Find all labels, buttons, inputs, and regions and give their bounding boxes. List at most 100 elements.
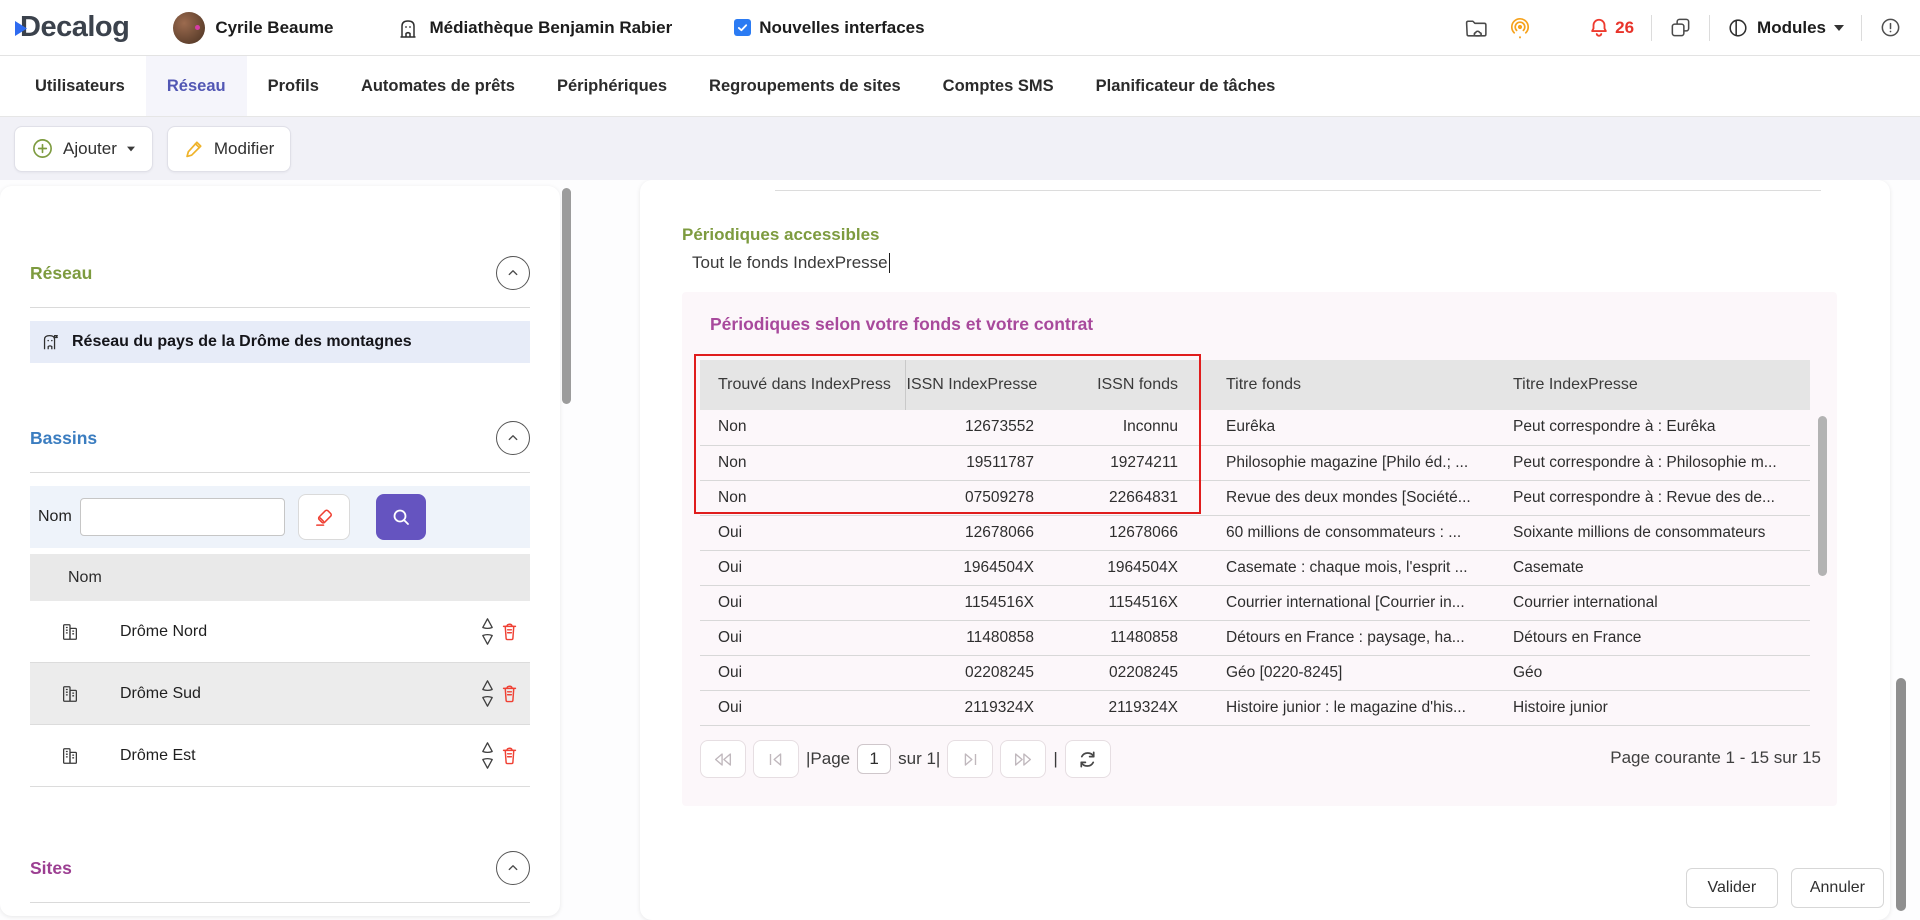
table-scrollbar-thumb[interactable] <box>1818 416 1827 576</box>
table-row[interactable]: Oui 1964504X 1964504X Casemate : chaque … <box>700 550 1810 585</box>
cell-titre-indexpresse: Soixante millions de consommateurs <box>1495 515 1810 550</box>
delete-button[interactable] <box>501 622 518 641</box>
cell-issn-fonds: 1154516X <box>1040 585 1200 620</box>
delete-button[interactable] <box>501 684 518 703</box>
page-of-label: sur 1| <box>898 749 940 769</box>
collapse-sites-button[interactable] <box>496 851 530 885</box>
periodicals-panel: Périodiques selon votre fonds et votre c… <box>682 292 1837 806</box>
table-row[interactable]: Oui 02208245 02208245 Géo [0220-8245] Gé… <box>700 655 1810 690</box>
overlapping-windows-icon[interactable] <box>1669 16 1692 39</box>
reseau-section-header: Réseau <box>30 256 530 290</box>
header-actions: 26 Modules <box>1464 15 1902 41</box>
move-up-button[interactable] <box>480 679 495 692</box>
cell-issn-fonds: 1964504X <box>1040 550 1200 585</box>
cell-titre-indexpresse: Casemate <box>1495 550 1810 585</box>
table-row[interactable]: Oui 12678066 12678066 60 millions de con… <box>700 515 1810 550</box>
user-chip[interactable]: Cyrile Beaume <box>173 12 333 44</box>
cell-titre-indexpresse: Peut correspondre à : Philosophie m... <box>1495 445 1810 480</box>
column-header-issn-indexpresse[interactable]: ISSN IndexPresse <box>905 360 1040 410</box>
network-item[interactable]: Réseau du pays de la Drôme des montagnes <box>30 321 530 363</box>
table-row[interactable]: Non 12673552 Inconnu Eurêka Peut corresp… <box>700 410 1810 445</box>
cancel-button[interactable]: Annuler <box>1791 868 1884 908</box>
column-header-titre-indexpresse[interactable]: Titre IndexPresse <box>1495 360 1810 410</box>
cell-titre-indexpresse: Détours en France <box>1495 620 1810 655</box>
cell-issn-fonds: 22664831 <box>1040 480 1200 515</box>
eraser-icon <box>313 507 334 528</box>
bassin-row-label: Drôme Est <box>120 747 196 765</box>
new-interfaces-toggle[interactable]: Nouvelles interfaces <box>734 18 924 38</box>
move-down-button[interactable] <box>480 757 495 770</box>
page-scrollbar-thumb[interactable] <box>1896 678 1906 911</box>
table-row[interactable]: Oui 11480858 11480858 Détours en France … <box>700 620 1810 655</box>
tab-comptes-sms[interactable]: Comptes SMS <box>922 56 1075 116</box>
buildings-icon <box>60 746 80 766</box>
add-button[interactable]: Ajouter <box>14 126 153 172</box>
folder-cloud-icon[interactable] <box>1464 16 1489 39</box>
move-up-button[interactable] <box>480 741 495 754</box>
add-button-label: Ajouter <box>63 139 117 159</box>
cell-titre-fonds: Géo [0220-8245] <box>1200 655 1495 690</box>
move-down-button[interactable] <box>480 633 495 646</box>
tab-utilisateurs[interactable]: Utilisateurs <box>14 56 146 116</box>
last-page-button[interactable] <box>1000 740 1046 778</box>
library-chip[interactable]: Médiathèque Benjamin Rabier <box>397 17 672 39</box>
cell-titre-fonds: Courrier international [Courrier in... <box>1200 585 1495 620</box>
bassin-row-drome-est[interactable]: Drôme Est <box>30 725 530 787</box>
tab-profils[interactable]: Profils <box>247 56 340 116</box>
checkbox-checked-icon[interactable] <box>734 19 751 36</box>
tab-regroupements-de-sites[interactable]: Regroupements de sites <box>688 56 922 116</box>
cell-titre-fonds: Histoire junior : le magazine d'his... <box>1200 690 1495 725</box>
bassins-name-input[interactable] <box>80 498 285 536</box>
bassins-filter-row: Nom <box>30 486 530 548</box>
action-toolbar: Ajouter Modifier <box>0 117 1920 180</box>
move-up-button[interactable] <box>480 617 495 630</box>
bassins-clear-button[interactable] <box>298 494 350 540</box>
previous-page-button[interactable] <box>753 740 799 778</box>
modules-menu[interactable]: Modules <box>1727 17 1844 39</box>
delete-button[interactable] <box>501 746 518 765</box>
collapse-bassins-button[interactable] <box>496 421 530 455</box>
tab-planificateur-de-taches[interactable]: Planificateur de tâches <box>1075 56 1297 116</box>
accessible-periodicals-field[interactable]: Tout le fonds IndexPresse <box>692 253 890 273</box>
table-row[interactable]: Oui 1154516X 1154516X Courrier internati… <box>700 585 1810 620</box>
first-page-button[interactable] <box>700 740 746 778</box>
divider <box>30 307 530 308</box>
collapse-reseau-button[interactable] <box>496 256 530 290</box>
next-page-button[interactable] <box>947 740 993 778</box>
app-root: Decalog Cyrile Beaume Médiathèque Benjam… <box>0 0 1920 920</box>
cell-trouve: Non <box>700 480 905 515</box>
bassins-section-title: Bassins <box>30 428 97 449</box>
tab-reseau[interactable]: Réseau <box>146 56 247 116</box>
modify-button[interactable]: Modifier <box>167 126 291 172</box>
sidebar-scrollbar-thumb[interactable] <box>562 188 571 404</box>
column-header-issn-fonds[interactable]: ISSN fonds <box>1040 360 1200 410</box>
info-icon[interactable] <box>1879 16 1902 39</box>
bassin-row-drome-nord[interactable]: Drôme Nord <box>30 601 530 663</box>
page-number-input[interactable] <box>857 744 891 774</box>
table-row[interactable]: Non 07509278 22664831 Revue des deux mon… <box>700 480 1810 515</box>
column-header-titre-fonds[interactable]: Titre fonds <box>1200 360 1495 410</box>
divider <box>30 472 530 473</box>
table-row[interactable]: Oui 2119324X 2119324X Histoire junior : … <box>700 690 1810 725</box>
buildings-icon <box>60 622 80 642</box>
broadcast-icon[interactable] <box>1508 16 1532 40</box>
network-detail-panel: Périodiques accessibles Tout le fonds In… <box>640 180 1890 920</box>
move-down-button[interactable] <box>480 695 495 708</box>
trash-icon <box>501 622 518 641</box>
validate-button[interactable]: Valider <box>1686 868 1778 908</box>
table-row[interactable]: Non 19511787 19274211 Philosophie magazi… <box>700 445 1810 480</box>
bassins-search-button[interactable] <box>376 494 426 540</box>
tab-automates-de-prets[interactable]: Automates de prêts <box>340 56 536 116</box>
refresh-button[interactable] <box>1065 740 1111 778</box>
bassin-row-drome-sud[interactable]: Drôme Sud <box>30 663 530 725</box>
tab-peripheriques[interactable]: Périphériques <box>536 56 688 116</box>
cell-issn-fonds: 2119324X <box>1040 690 1200 725</box>
column-header-trouve[interactable]: Trouvé dans IndexPress <box>700 360 905 410</box>
notifications-button[interactable]: 26 <box>1588 17 1634 39</box>
cell-titre-fonds: 60 millions de consommateurs : ... <box>1200 515 1495 550</box>
accessible-periodicals-label: Périodiques accessibles <box>682 225 880 245</box>
cell-trouve: Oui <box>700 585 905 620</box>
cell-issn-fonds: 11480858 <box>1040 620 1200 655</box>
sort-controls <box>480 741 495 770</box>
sites-section-header: Sites <box>30 851 530 885</box>
